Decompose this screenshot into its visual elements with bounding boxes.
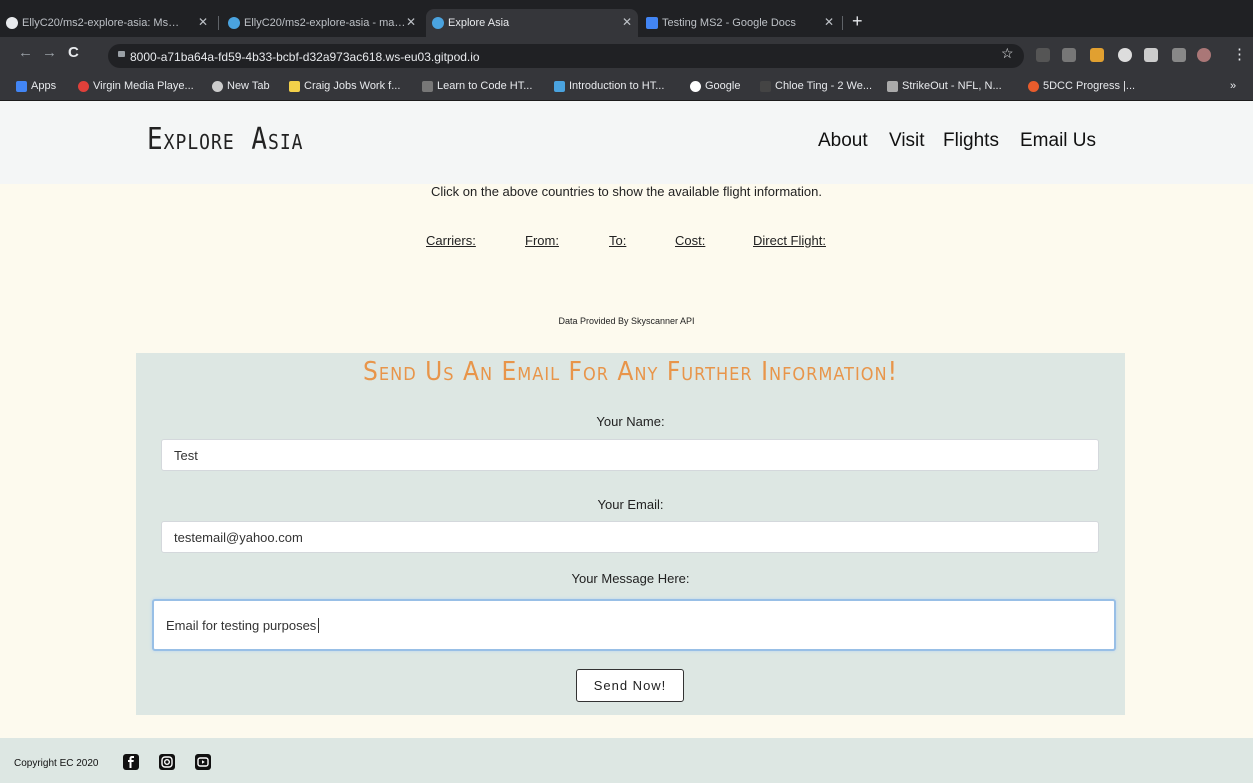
message-input[interactable]: Email for testing purposes (152, 599, 1116, 651)
strikeout-icon (887, 80, 898, 92)
5dcc-icon (1028, 80, 1039, 92)
globe-icon (212, 80, 223, 92)
column-to: To: (609, 233, 627, 248)
tab-github[interactable]: EllyC20/ms2-explore-asia: Ms… ✕ (0, 9, 214, 37)
column-carriers: Carriers: (426, 233, 476, 248)
youtube-icon[interactable] (195, 754, 211, 770)
bookmark-item[interactable]: Learn to Code HT... (422, 80, 532, 92)
video-icon (760, 80, 771, 92)
bookmark-item[interactable]: Introduction to HT... (554, 80, 664, 92)
star-icon[interactable]: ☆ (1001, 45, 1014, 62)
message-label: Your Message Here: (571, 571, 690, 586)
tab-separator (218, 16, 219, 30)
bookmark-item[interactable]: Virgin Media Playe... (78, 80, 194, 92)
tab-gitpod[interactable]: EllyC20/ms2-explore-asia - ma… ✕ (222, 9, 422, 37)
reload-icon[interactable]: C (68, 44, 79, 61)
bookmark-item[interactable]: StrikeOut - NFL, N... (887, 80, 1002, 92)
bookmark-item[interactable]: Chloe Ting - 2 We... (760, 80, 872, 92)
text-caret (318, 617, 320, 633)
extension-icon[interactable] (1062, 48, 1076, 62)
gitpod-icon (228, 17, 240, 29)
tab-explore-asia[interactable]: Explore Asia ✕ (426, 9, 638, 37)
close-icon[interactable]: ✕ (406, 15, 416, 29)
name-input[interactable]: Test (161, 439, 1099, 471)
name-label: Your Name: (596, 414, 665, 429)
flight-instruction: Click on the above countries to show the… (431, 184, 822, 199)
virgin-icon (78, 80, 89, 92)
url-text[interactable]: 8000-a71ba64a-fd59-4b33-bcbf-d32a973ac61… (130, 50, 480, 64)
site-footer (0, 738, 1253, 783)
apps-icon (16, 80, 27, 92)
tab-google-docs[interactable]: Testing MS2 - Google Docs ✕ (640, 9, 840, 37)
column-cost: Cost: (675, 233, 706, 248)
column-from: From: (525, 233, 559, 248)
cast-icon[interactable] (1172, 48, 1186, 62)
column-direct-flight: Direct Flight: (753, 233, 826, 248)
code-icon (422, 80, 433, 92)
email-label: Your Email: (597, 497, 664, 512)
contact-title: Send Us An Email For Any Further Informa… (363, 357, 898, 387)
extension-icon[interactable] (1036, 48, 1050, 62)
close-icon[interactable]: ✕ (622, 15, 632, 29)
menu-icon[interactable]: ⋮ (1232, 45, 1247, 63)
bookmark-item[interactable]: New Tab (212, 80, 270, 92)
send-button[interactable]: Send Now! (576, 669, 684, 702)
amazon-icon (289, 80, 300, 92)
site-logo[interactable]: Explore Asia (147, 123, 304, 158)
github-icon (6, 17, 18, 29)
bookmark-item[interactable]: 5DCC Progress |... (1028, 80, 1135, 92)
forward-icon[interactable]: → (42, 44, 57, 61)
puzzle-icon[interactable] (1144, 48, 1158, 62)
bookmark-item[interactable]: Craig Jobs Work f... (289, 80, 400, 92)
facebook-icon[interactable] (123, 754, 139, 770)
data-attribution: Data Provided By Skyscanner API (558, 316, 695, 326)
nav-flights[interactable]: Flights (943, 130, 999, 152)
docs-icon (646, 17, 658, 29)
avatar[interactable] (1197, 48, 1211, 62)
instagram-icon[interactable] (159, 754, 175, 770)
email-input[interactable]: testemail@yahoo.com (161, 521, 1099, 553)
more-bookmarks-button[interactable]: » (1230, 80, 1236, 92)
bookmark-apps[interactable]: Apps (16, 80, 56, 92)
lock-icon (118, 51, 125, 57)
back-icon[interactable]: ← (18, 44, 33, 61)
nav-email-us[interactable]: Email Us (1020, 130, 1096, 152)
nav-about[interactable]: About (818, 130, 868, 152)
close-icon[interactable]: ✕ (824, 15, 834, 29)
google-icon (690, 80, 701, 92)
gitpod-icon (432, 17, 444, 29)
extension-icon[interactable] (1118, 48, 1132, 62)
new-tab-button[interactable]: + (852, 11, 863, 32)
infinity-icon (554, 80, 565, 92)
nav-visit[interactable]: Visit (889, 130, 925, 152)
copyright-text: Copyright EC 2020 (14, 758, 99, 769)
bookmark-item[interactable]: Google (690, 80, 740, 92)
close-icon[interactable]: ✕ (198, 15, 208, 29)
tab-separator (842, 16, 843, 30)
extension-icon[interactable] (1090, 48, 1104, 62)
